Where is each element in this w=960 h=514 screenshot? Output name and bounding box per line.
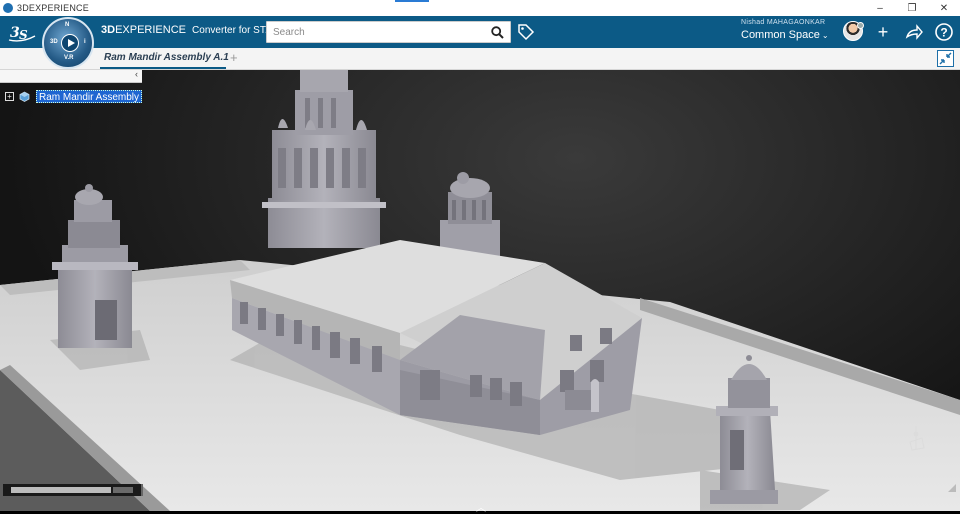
play-icon[interactable]	[61, 34, 79, 52]
3ds-logo-svg: 3 S	[8, 25, 36, 42]
user-space-selector[interactable]: Nishad MAHAGAONKAR Common Space ⌄	[741, 19, 836, 41]
search-icon[interactable]	[491, 26, 504, 39]
tree-root-node[interactable]: + Ram Mandir Assembly	[5, 89, 143, 103]
brand-bold: 3D	[101, 24, 116, 36]
progress-fill	[11, 487, 111, 493]
progress-remaining	[113, 487, 133, 493]
left-shrine	[52, 184, 138, 348]
collapse-tree-icon[interactable]: ‹	[135, 69, 138, 79]
window-controls: – ❐ ✕	[864, 0, 960, 16]
title-accent	[395, 0, 429, 2]
add-tab-button[interactable]: +	[230, 50, 238, 65]
collapse-view-button[interactable]	[937, 50, 954, 67]
top-app-bar: 3 S 3DEXPERIENCE Converter for ST... Nis…	[0, 16, 960, 48]
loading-progress-bar	[3, 484, 143, 496]
resize-corner-icon[interactable]	[948, 484, 956, 492]
assembly-icon	[19, 91, 30, 102]
robot-navigator-icon[interactable]	[904, 422, 928, 456]
app-icon	[3, 3, 13, 13]
search-input[interactable]	[267, 26, 482, 38]
share-arrow-svg	[905, 24, 923, 40]
app-name: Converter for ST...	[192, 25, 274, 36]
minimize-button[interactable]: –	[864, 0, 896, 16]
chevron-down-icon: ⌄	[821, 31, 829, 40]
compass-west: 3D	[50, 39, 58, 45]
compass-widget[interactable]: N 3D i V.R	[42, 17, 94, 69]
expand-icon[interactable]: +	[5, 91, 14, 101]
window-title: 3DEXPERIENCE	[17, 3, 89, 13]
3d-viewport[interactable]	[0, 70, 960, 511]
search-box[interactable]	[266, 21, 511, 43]
help-circle-svg: ?	[935, 23, 953, 41]
tag-icon[interactable]	[517, 23, 535, 41]
3d-scene	[0, 70, 960, 511]
maximize-button[interactable]: ❐	[896, 0, 928, 16]
chevron-up-icon[interactable]: ︿	[474, 499, 488, 514]
main-shikhara	[262, 70, 386, 248]
plus-icon[interactable]: +	[873, 22, 893, 42]
share-icon[interactable]	[904, 22, 924, 42]
tree-panel-header: ‹	[0, 69, 142, 83]
collaborative-space[interactable]: Common Space ⌄	[741, 29, 836, 41]
compass-east: i	[84, 39, 86, 45]
window-title-bar: 3DEXPERIENCE – ❐ ✕	[0, 0, 960, 16]
space-label: Common Space	[741, 29, 820, 41]
compass-north: N	[65, 22, 70, 28]
help-icon[interactable]: ?	[934, 22, 954, 42]
active-tab-indicator	[100, 67, 226, 69]
tab-bar: Ram Mandir Assembly A.1 +	[0, 48, 960, 70]
close-button[interactable]: ✕	[928, 0, 960, 16]
tree-root-label[interactable]: Ram Mandir Assembly	[36, 89, 143, 103]
minimize-arrows-icon	[939, 52, 952, 65]
3ds-logo-icon[interactable]: 3 S	[8, 21, 36, 43]
compass-label: V.R	[64, 55, 74, 61]
svg-text:?: ?	[940, 26, 947, 40]
brand-rest: EXPERIENCE	[115, 24, 186, 36]
status-dot-icon	[857, 22, 864, 29]
user-name: Nishad MAHAGAONKAR	[741, 19, 826, 26]
brand-title: 3DEXPERIENCE Converter for ST...	[101, 24, 273, 36]
